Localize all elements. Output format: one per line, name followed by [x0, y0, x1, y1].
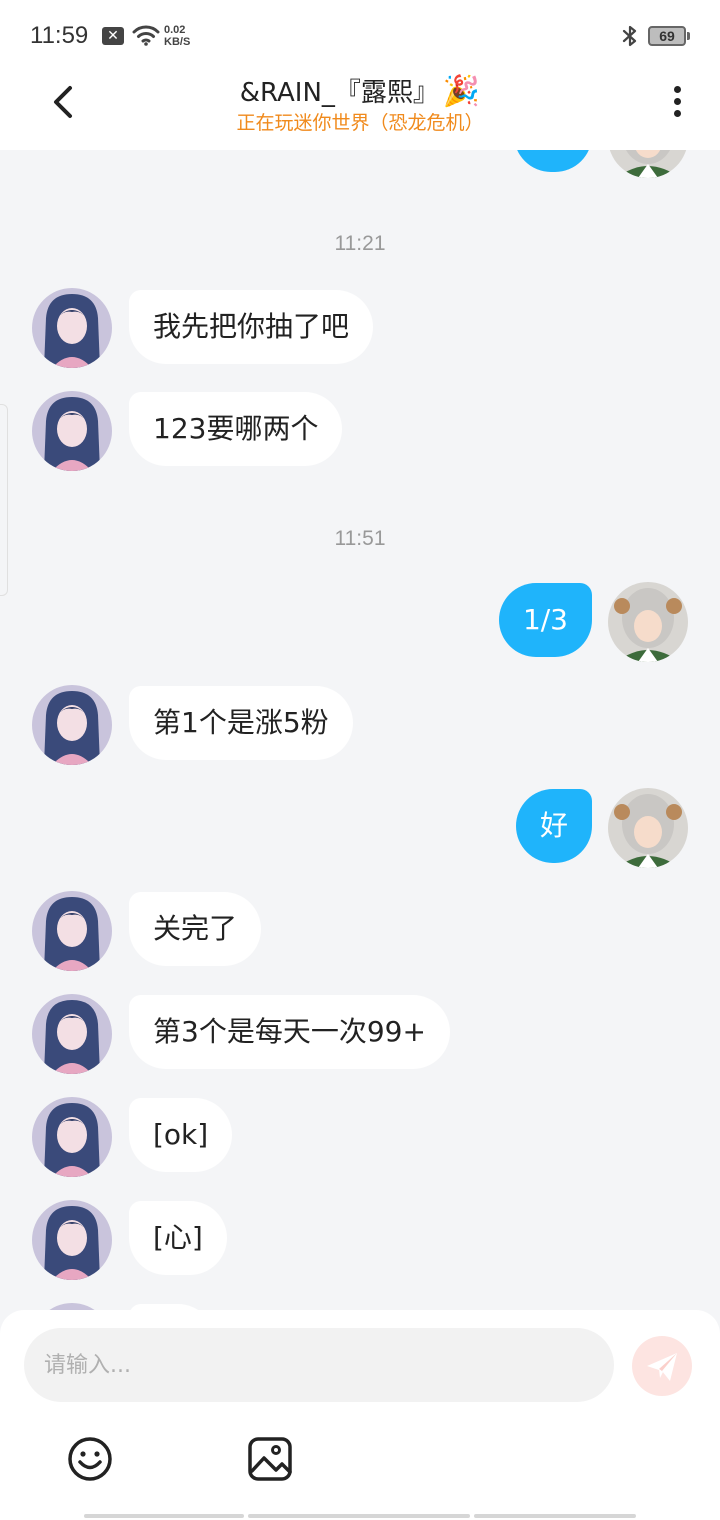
self-avatar-image	[608, 582, 688, 662]
x-box-icon: ✕	[102, 27, 124, 45]
net-speed-value: 0.02	[164, 24, 186, 36]
avatar-contact[interactable]	[32, 288, 112, 368]
self-avatar-image	[608, 788, 688, 868]
chat-messages[interactable]: 11:21 我先把你抽了吧 123要哪两个 11:51 1/3 第1个是涨5粉 …	[0, 150, 720, 1310]
contact-avatar-image	[32, 1200, 112, 1280]
chat-header: &RAIN_『露熙』 🎉 正在玩迷你世界（恐龙危机）	[0, 72, 720, 150]
self-avatar-image	[608, 150, 688, 178]
message-bubble[interactable]: 第1个是涨5粉	[129, 686, 353, 760]
party-popper-icon: 🎉	[442, 74, 481, 109]
wifi-icon	[132, 25, 160, 46]
timestamp: 11:51	[334, 527, 386, 550]
status-bar: 11:59 ✕ 0.02 KB/S 69	[0, 0, 720, 72]
contact-name: &RAIN_『露熙』	[239, 78, 439, 108]
message-bubble[interactable]: 好	[515, 789, 592, 863]
paper-plane-icon	[647, 1353, 677, 1381]
avatar-contact[interactable]	[32, 994, 112, 1074]
avatar-contact	[32, 1303, 112, 1310]
contact-avatar-image	[32, 994, 112, 1074]
status-time: 11:59	[30, 22, 89, 49]
contact-avatar-image	[32, 685, 112, 765]
battery-indicator: 69	[648, 26, 690, 46]
avatar-contact[interactable]	[32, 1200, 112, 1280]
message-bubble[interactable]: 我先把你抽了吧	[129, 290, 374, 364]
contact-avatar-image	[32, 891, 112, 971]
avatar-contact[interactable]	[32, 685, 112, 765]
net-speed: 0.02 KB/S	[164, 24, 190, 48]
avatar-self[interactable]	[608, 582, 688, 662]
timestamp: 11:21	[334, 232, 386, 255]
contact-avatar-image	[32, 391, 112, 471]
message-input[interactable]	[24, 1328, 614, 1402]
send-button[interactable]	[632, 1336, 692, 1396]
message-bubble[interactable]: [心]	[129, 1201, 227, 1275]
avatar-self[interactable]	[608, 788, 688, 868]
smiley-icon[interactable]	[66, 1435, 114, 1483]
avatar-contact[interactable]	[32, 1097, 112, 1177]
edge-handle	[0, 404, 8, 596]
avatar-self	[608, 150, 688, 178]
avatar-contact[interactable]	[32, 391, 112, 471]
message-bubble-partial	[514, 150, 592, 172]
bluetooth-icon	[622, 25, 637, 47]
message-bubble[interactable]: 1/3	[498, 583, 592, 657]
contact-avatar-image	[32, 1097, 112, 1177]
message-bubble[interactable]: 关完了	[129, 892, 262, 966]
avatar-contact[interactable]	[32, 891, 112, 971]
net-speed-unit: KB/S	[164, 36, 191, 48]
contact-status: 正在玩迷你世界（恐龙危机）	[236, 112, 484, 134]
page-title: &RAIN_『露熙』 🎉	[0, 72, 720, 109]
contact-avatar-image	[32, 288, 112, 368]
composer-panel	[0, 1310, 720, 1520]
more-vertical-icon[interactable]	[662, 82, 692, 122]
message-bubble[interactable]: 第3个是每天一次99+	[129, 995, 450, 1069]
message-bubble[interactable]: [ok]	[129, 1098, 233, 1172]
image-icon[interactable]	[246, 1435, 294, 1483]
bottom-tab-indicator	[84, 1514, 636, 1520]
message-bubble[interactable]: 123要哪两个	[129, 392, 343, 466]
